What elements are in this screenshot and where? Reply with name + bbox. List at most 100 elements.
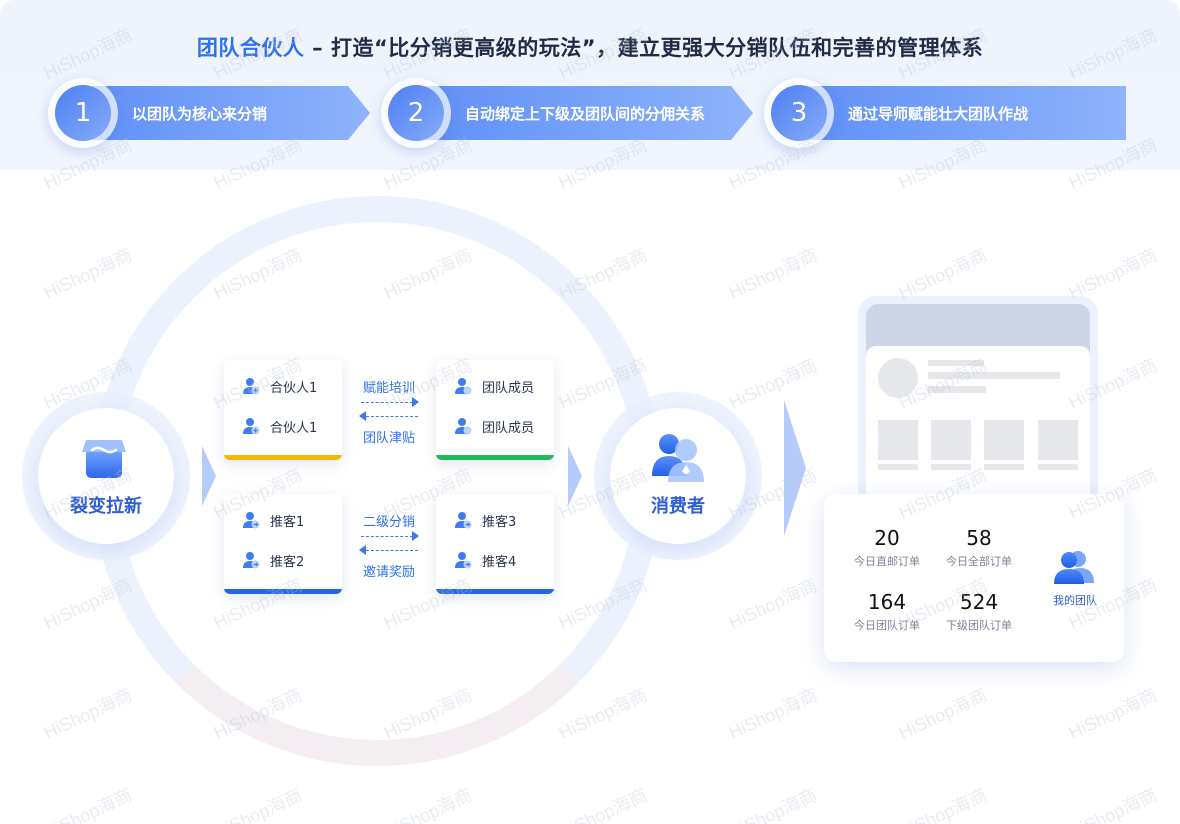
card-promoters-left: 推客1 推客2: [224, 494, 342, 594]
placeholder-line: [931, 464, 971, 470]
placeholder-tile: [931, 420, 971, 460]
step-label: 自动绑定上下级及团队间的分佣关系: [465, 105, 706, 123]
placeholder-tile: [1038, 420, 1078, 460]
dashed-arrow-left: [366, 416, 418, 417]
watermark-text: HiShop海商: [725, 784, 821, 824]
phone-mockup: [858, 296, 1098, 516]
card-promoters-right: 推客3 推客4: [436, 494, 554, 594]
dashed-arrow-right: [361, 536, 413, 537]
node-fission-label: 裂变拉新: [70, 496, 142, 517]
node-consumer-label: 消费者: [651, 496, 705, 517]
person-arrow-icon: [242, 511, 260, 529]
placeholder-tile: [878, 420, 918, 460]
member-name: 团队成员: [482, 420, 535, 436]
list-item: 推客3: [454, 510, 516, 530]
arrowhead-left-icon: [359, 411, 366, 421]
step-number-badge: 1: [48, 78, 118, 148]
title-highlight: 团队合伙人: [196, 36, 305, 60]
person-add-icon: [242, 377, 260, 395]
chevron-right-icon: [568, 446, 582, 506]
person-arrow-icon: [454, 551, 472, 569]
step-number: 2: [388, 85, 444, 141]
card-partners: 合伙人1 合伙人1: [224, 360, 342, 460]
my-team-link[interactable]: 我的团队: [1030, 592, 1120, 608]
team-icon[interactable]: [1054, 550, 1094, 584]
list-item: 合伙人1: [242, 376, 317, 396]
watermark-text: HiShop海商: [40, 784, 136, 824]
watermark-text: HiShop海商: [40, 684, 136, 744]
watermark-text: HiShop海商: [210, 784, 306, 824]
card-team-members: 团队成员 团队成员: [436, 360, 554, 460]
title-rest: – 打造“比分销更高级的玩法”，建立更强大分销队伍和完善的管理体系: [304, 36, 984, 60]
step-2: 自动绑定上下级及团队间的分佣关系 2: [381, 78, 753, 148]
consumer-icon: [652, 434, 704, 482]
watermark-text: HiShop海商: [555, 784, 651, 824]
member-name: 合伙人1: [270, 380, 318, 396]
chevron-right-icon: [784, 400, 806, 536]
member-name: 推客2: [270, 554, 305, 570]
watermark-text: HiShop海商: [895, 684, 991, 744]
placeholder-line: [928, 360, 984, 366]
flow-label-invite: 邀请奖励: [362, 565, 415, 580]
watermark-text: HiShop海商: [1065, 684, 1161, 744]
arrowhead-right-icon: [412, 397, 419, 407]
member-name: 推客3: [482, 514, 517, 530]
chevron-right-icon: [202, 446, 216, 506]
person-icon: [454, 377, 472, 395]
member-name: 合伙人1: [270, 420, 318, 436]
list-item: 团队成员: [454, 376, 534, 396]
placeholder-line: [878, 464, 918, 470]
list-item: 推客1: [242, 510, 304, 530]
flow-label-training: 赋能培训: [362, 381, 415, 396]
flow-label-secondary: 二级分销: [362, 515, 415, 530]
watermark-text: HiShop海商: [725, 244, 821, 304]
phone-content: [866, 346, 1090, 516]
person-icon: [454, 417, 472, 435]
watermark-text: HiShop海商: [380, 784, 476, 824]
stat-caption: 今日直邮订单: [854, 555, 920, 568]
watermark-text: HiShop海商: [895, 784, 991, 824]
step-number: 1: [55, 85, 111, 141]
stat-value: 58: [966, 526, 992, 550]
list-item: 推客2: [242, 550, 304, 570]
step-3: 通过导师赋能壮大团队作战 3: [764, 78, 1128, 148]
stat-value: 164: [867, 590, 907, 614]
flow-label-allowance: 团队津贴: [362, 431, 415, 446]
stat-caption: 下级团队订单: [946, 619, 1012, 632]
placeholder-line: [928, 386, 986, 393]
placeholder-line: [1038, 464, 1078, 470]
step-number-badge: 2: [381, 78, 451, 148]
list-item: 合伙人1: [242, 416, 317, 436]
step-1: 以团队为核心来分销 1: [48, 78, 370, 148]
member-name: 推客1: [270, 514, 305, 530]
step-label: 以团队为核心来分销: [132, 105, 268, 123]
stat-value: 20: [874, 526, 900, 550]
card-strip: [436, 589, 554, 594]
stat-caption: 今日团队订单: [854, 619, 920, 632]
stat-value: 524: [959, 590, 999, 614]
placeholder-line: [984, 464, 1024, 470]
arrowhead-left-icon: [359, 545, 366, 555]
shop-icon: [82, 440, 126, 478]
dashed-arrow-right: [361, 402, 413, 403]
list-item: 团队成员: [454, 416, 534, 436]
person-arrow-icon: [242, 551, 260, 569]
dashed-arrow-left: [366, 550, 418, 551]
order-stats-card: 20 今日直邮订单 58 今日全部订单 164 今日团队订单 524 下级团队订…: [824, 494, 1124, 662]
watermark-text: HiShop海商: [725, 354, 821, 414]
card-strip: [436, 455, 554, 460]
person-arrow-icon: [454, 511, 472, 529]
person-add-icon: [242, 417, 260, 435]
header-band: [0, 0, 1180, 170]
card-strip: [224, 455, 342, 460]
placeholder-tile: [984, 420, 1024, 460]
diagram-canvas: 团队合伙人 – 打造“比分销更高级的玩法”，建立更强大分销队伍和完善的管理体系 …: [0, 0, 1180, 824]
watermark-text: HiShop海商: [725, 684, 821, 744]
stat-caption: 今日全部订单: [946, 555, 1012, 568]
page-title: 团队合伙人 – 打造“比分销更高级的玩法”，建立更强大分销队伍和完善的管理体系: [0, 32, 1180, 62]
step-number: 3: [771, 85, 827, 141]
step-number-badge: 3: [764, 78, 834, 148]
watermark-text: HiShop海商: [40, 244, 136, 304]
card-strip: [224, 589, 342, 594]
avatar: [878, 358, 918, 398]
